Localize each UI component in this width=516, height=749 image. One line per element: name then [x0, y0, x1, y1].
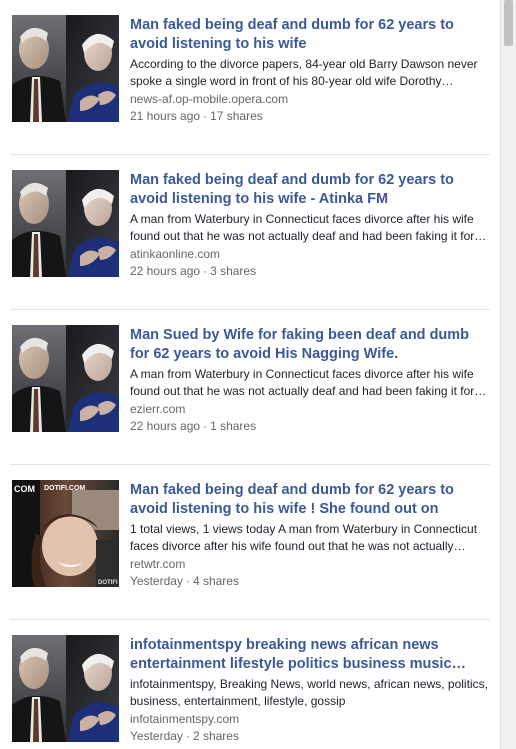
thumb-watermark-2: DOTIFI	[98, 580, 118, 586]
vertical-scrollbar[interactable]	[500, 0, 516, 749]
thumbnail-image[interactable]: COM DOTIFI.COM DOTIFI	[12, 480, 119, 587]
thumb-watermark: DOTIFI.COM	[44, 485, 85, 492]
result-source: infotainmentspy.com	[130, 712, 240, 726]
result-meta: 21 hours ago · 17 shares	[130, 108, 490, 125]
result-meta: Yesterday · 4 shares	[130, 573, 490, 590]
thumbnail-image[interactable]	[12, 635, 119, 742]
result-shares[interactable]: 3 shares	[210, 264, 256, 278]
result-meta: 22 hours ago · 3 shares	[130, 263, 490, 280]
elderly-couple-photo-icon	[12, 170, 119, 277]
result-meta: 22 hours ago · 1 shares	[130, 418, 490, 435]
woman-dotifi-photo-icon: COM DOTIFI.COM DOTIFI	[12, 480, 119, 587]
result-title-link[interactable]: Man faked being deaf and dumb for 62 yea…	[130, 171, 490, 209]
result-title-link[interactable]: Man faked being deaf and dumb for 62 yea…	[130, 16, 490, 54]
thumbnail-image[interactable]	[12, 325, 119, 432]
elderly-couple-photo-icon	[12, 15, 119, 122]
result-shares[interactable]: 17 shares	[210, 109, 263, 123]
result-snippet: A man from Waterbury in Connecticut face…	[130, 367, 487, 398]
result-time: 21 hours ago	[130, 109, 201, 123]
thumbnail-image[interactable]	[12, 15, 119, 122]
thumbnail-image[interactable]	[12, 170, 119, 277]
result-shares[interactable]: 4 shares	[193, 574, 239, 588]
meta-separator: ·	[203, 109, 208, 123]
result-title-link[interactable]: Man faked being deaf and dumb for 62 yea…	[130, 481, 490, 519]
elderly-couple-photo-icon	[12, 325, 119, 432]
result-title-link[interactable]: infotainmentspy breaking news african ne…	[130, 636, 490, 674]
result-time: Yesterday	[130, 729, 183, 743]
result-snippet: According to the divorce papers, 84-year…	[130, 57, 478, 88]
result-card[interactable]: Man Sued by Wife for faking been deaf an…	[0, 310, 500, 465]
result-card[interactable]: Man faked being deaf and dumb for 62 yea…	[0, 155, 500, 310]
result-snippet: A man from Waterbury in Connecticut face…	[130, 212, 487, 243]
result-source: news-af.op-mobile.opera.com	[130, 92, 289, 106]
meta-separator: ·	[203, 264, 208, 278]
result-shares[interactable]: 1 shares	[210, 419, 256, 433]
result-source: retwtr.com	[130, 557, 186, 571]
result-time: 22 hours ago	[130, 419, 201, 433]
results-feed: Man faked being deaf and dumb for 62 yea…	[0, 0, 500, 749]
result-shares[interactable]: 2 shares	[193, 729, 239, 743]
search-results-page: Man faked being deaf and dumb for 62 yea…	[0, 0, 516, 749]
thumb-caption: COM	[14, 484, 35, 494]
scrollbar-thumb[interactable]	[504, 0, 513, 46]
result-meta: Yesterday · 2 shares	[130, 728, 490, 745]
result-time: 22 hours ago	[130, 264, 201, 278]
result-snippet: infotainmentspy, Breaking News, world ne…	[130, 677, 488, 708]
elderly-couple-photo-icon	[12, 635, 119, 742]
result-time: Yesterday	[130, 574, 183, 588]
result-source: atinkaonline.com	[130, 247, 221, 261]
result-source: ezierr.com	[130, 402, 186, 416]
result-snippet: 1 total views, 1 views today A man from …	[130, 522, 478, 553]
result-card[interactable]: infotainmentspy breaking news african ne…	[0, 620, 500, 749]
meta-separator: ·	[185, 729, 190, 743]
result-card[interactable]: Man faked being deaf and dumb for 62 yea…	[0, 0, 500, 155]
result-title-link[interactable]: Man Sued by Wife for faking been deaf an…	[130, 326, 490, 364]
meta-separator: ·	[203, 419, 208, 433]
result-card[interactable]: COM DOTIFI.COM DOTIFI Man faked being de…	[0, 465, 500, 620]
meta-separator: ·	[185, 574, 190, 588]
